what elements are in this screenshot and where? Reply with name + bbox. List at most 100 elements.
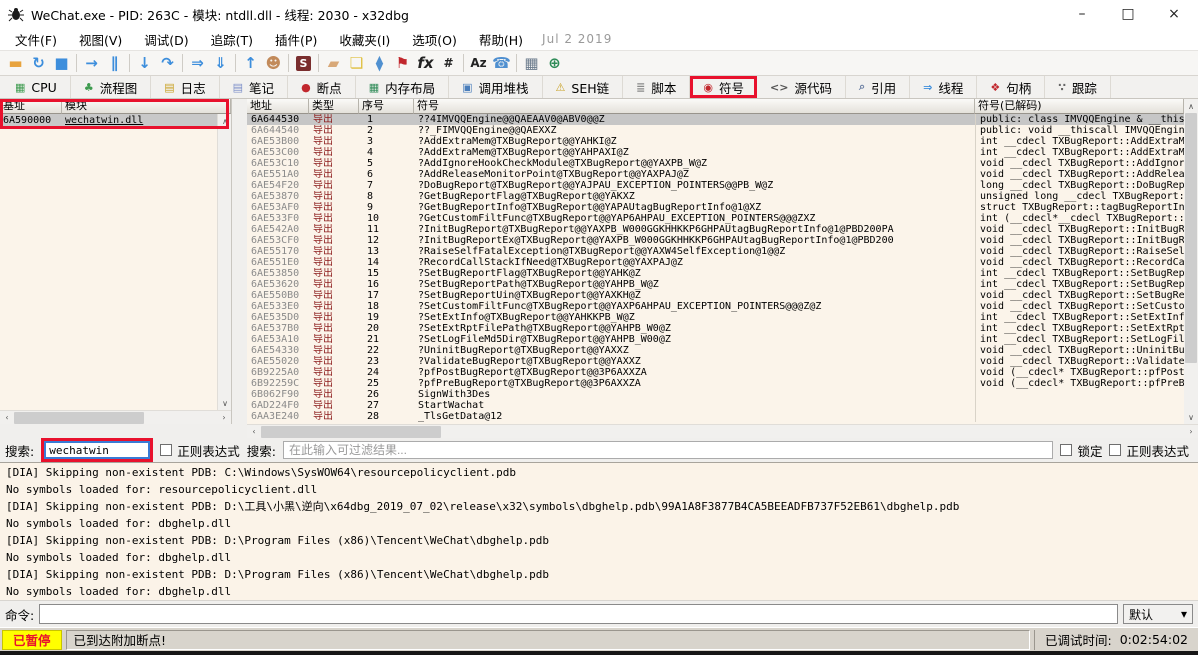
symbol-row[interactable]: 6AD224F0导出27StartWachat [247, 400, 1184, 411]
symbol-row[interactable]: 6AE54F20导出7?DoBugReport@TXBugReport@@YAJ… [247, 180, 1184, 191]
menu-item[interactable]: 插件(P) [264, 28, 328, 51]
pause-icon[interactable]: ∥ [103, 53, 126, 73]
menu-item[interactable]: 帮助(H) [468, 28, 534, 51]
symbol-row[interactable]: 6AE542A0导出11?InitBugReport@TXBugReport@@… [247, 224, 1184, 235]
tab-symbols[interactable]: ◉符号 [690, 76, 757, 98]
window-info-icon[interactable]: ☎ [490, 53, 513, 73]
command-input[interactable] [39, 604, 1118, 624]
run-to-user-code-icon[interactable]: ☻ [262, 53, 285, 73]
lock-checkbox[interactable] [1060, 444, 1072, 456]
symbol-row[interactable]: 6AE533E0导出18?SetCustomFiltFunc@TXBugRepo… [247, 301, 1184, 312]
tab-graph[interactable]: ♣流程图 [71, 76, 151, 98]
symbol-row[interactable]: 6AE551E0导出14?RecordCallStackIfNeed@TXBug… [247, 257, 1184, 268]
tab-trace[interactable]: ∵跟踪 [1045, 76, 1111, 98]
menu-item[interactable]: 调试(D) [133, 28, 199, 51]
filter-search-input[interactable] [283, 441, 1054, 459]
execute-till-return-icon[interactable]: ↑ [239, 53, 262, 73]
command-profile-dropdown[interactable]: 默认 ▾ [1123, 604, 1193, 624]
comment-icon[interactable]: ❏ [345, 53, 368, 73]
symbol-log-output[interactable]: [DIA] Skipping non-existent PDB: C:\Wind… [0, 462, 1198, 600]
menu-item[interactable]: 追踪(T) [200, 28, 264, 51]
maximize-button[interactable]: □ [1105, 0, 1151, 28]
symbol-row[interactable]: 6B062F90导出26SignWith3Des [247, 389, 1184, 400]
symbol-row[interactable]: 6AE53C10导出5?AddIgnoreHookCheckModule@TXB… [247, 158, 1184, 169]
scroll-down-icon[interactable]: ∨ [1184, 410, 1198, 424]
column-header-symbol[interactable]: 符号 [414, 99, 975, 114]
symbol-row[interactable]: 6AE53C00导出4?AddExtraMem@TXBugReport@@YAH… [247, 147, 1184, 158]
run-icon[interactable]: → [80, 53, 103, 73]
patch-icon[interactable]: ▰ [322, 53, 345, 73]
module-horizontal-scrollbar[interactable]: ‹ › [0, 410, 231, 424]
regex-checkbox-group-right[interactable]: 正则表达式 [1109, 441, 1189, 460]
symbol-row[interactable]: 6A644530导出1??4IMVQQEngine@@QAEAAV0@ABV0@… [247, 114, 1184, 125]
symbol-row[interactable]: 6AE537B0导出20?SetExtRptFilePath@TXBugRepo… [247, 323, 1184, 334]
tab-source[interactable]: <>源代码 [757, 76, 846, 98]
symbol-row[interactable]: 6AE53B00导出3?AddExtraMem@TXBugReport@@YAH… [247, 136, 1184, 147]
tab-breakpoints[interactable]: ●断点 [288, 76, 356, 98]
column-header-module[interactable]: 模块 [62, 99, 231, 114]
restart-icon[interactable]: ↻ [27, 53, 50, 73]
symbol-row[interactable]: 6A644540导出2??_FIMVQQEngine@@QAEXXZpublic… [247, 125, 1184, 136]
step-into-icon[interactable]: ↓ [133, 53, 156, 73]
symbol-horizontal-scrollbar[interactable]: ‹ › [247, 424, 1198, 438]
column-header-base[interactable]: 基址 [0, 99, 62, 114]
symbol-row[interactable]: 6AE53620导出16?SetBugReportPath@TXBugRepor… [247, 279, 1184, 290]
symbol-row[interactable]: 6B9225A0导出24?pfPostBugReport@TXBugReport… [247, 367, 1184, 378]
scroll-up-icon[interactable]: ∧ [1184, 99, 1198, 113]
minimize-button[interactable]: – [1059, 0, 1105, 28]
tab-call-stack[interactable]: ▣调用堆栈 [449, 76, 542, 98]
hash-icon[interactable]: # [437, 53, 460, 73]
column-header-type[interactable]: 类型 [309, 99, 359, 114]
module-search-input[interactable] [44, 441, 150, 459]
source-view-icon[interactable]: S [292, 53, 315, 73]
scroll-left-icon[interactable]: ‹ [0, 411, 14, 425]
symbol-row[interactable]: 6AE550B0导出17?SetBugReportUin@TXBugReport… [247, 290, 1184, 301]
symbol-row[interactable]: 6AE53870导出8?GetBugReportFlag@TXBugReport… [247, 191, 1184, 202]
menu-item[interactable]: 文件(F) [4, 28, 68, 51]
bookmark-icon[interactable]: ⚑ [391, 53, 414, 73]
step-out-icon[interactable]: ⇓ [209, 53, 232, 73]
step-over-icon[interactable]: ↷ [156, 53, 179, 73]
symbol-row[interactable]: 6AE551A0导出6?AddReleaseMonitorPoint@TXBug… [247, 169, 1184, 180]
symbol-row[interactable]: 6AE53850导出15?SetBugReportFlag@TXBugRepor… [247, 268, 1184, 279]
tab-script[interactable]: ≣脚本 [623, 76, 690, 98]
module-vertical-scrollbar[interactable]: ∧ ∨ [217, 114, 231, 410]
symbol-row[interactable]: 6B92259C导出25?pfPreBugReport@TXBugReport@… [247, 378, 1184, 389]
symbol-row[interactable]: 6AE53AF0导出9?GetBugReportInfo@TXBugReport… [247, 202, 1184, 213]
function-icon[interactable]: fx [414, 53, 437, 73]
column-header-address[interactable]: 地址 [247, 99, 309, 114]
open-file-icon[interactable]: ▬ [4, 53, 27, 73]
close-button[interactable]: × [1151, 0, 1197, 28]
symbol-row[interactable]: 6AA3E240导出28_TlsGetData@12 [247, 411, 1184, 422]
scroll-down-icon[interactable]: ∨ [218, 396, 232, 410]
symbol-row[interactable]: 6AE54330导出22?UninitBugReport@TXBugReport… [247, 345, 1184, 356]
symbol-row[interactable]: 6AE535D0导出19?SetExtInfo@TXBugReport@@YAH… [247, 312, 1184, 323]
lock-checkbox-group[interactable]: 锁定 [1060, 441, 1102, 460]
tab-seh-chain[interactable]: ⚠SEH链 [543, 76, 624, 98]
scroll-right-icon[interactable]: › [1184, 425, 1198, 439]
tab-memory-map[interactable]: ▦内存布局 [356, 76, 449, 98]
symbol-row[interactable]: 6AE55170导出13?RaiseSelfFatalException@TXB… [247, 246, 1184, 257]
regex-checkbox[interactable] [1109, 444, 1121, 456]
column-header-ordinal[interactable]: 序号 [359, 99, 414, 114]
tab-log[interactable]: ▤日志 [151, 76, 219, 98]
module-row[interactable]: 6A590000wechatwin.dll [0, 114, 231, 127]
symbol-row[interactable]: 6AE55020导出23?ValidateBugReport@TXBugRepo… [247, 356, 1184, 367]
run-trace-icon[interactable]: ⇒ [186, 53, 209, 73]
calculator-icon[interactable]: ▦ [520, 53, 543, 73]
scrollbar-thumb[interactable] [1185, 113, 1197, 363]
tab-threads[interactable]: ⇒线程 [910, 76, 977, 98]
scroll-up-icon[interactable]: ∧ [218, 114, 232, 128]
tab-handles[interactable]: ❖句柄 [977, 76, 1045, 98]
menu-item[interactable]: 选项(O) [401, 28, 468, 51]
symbol-row[interactable]: 6AE53CF0导出12?InitBugReportEx@TXBugReport… [247, 235, 1184, 246]
tab-references[interactable]: ⌕引用 [846, 76, 910, 98]
symbol-row[interactable]: 6AE533F0导出10?GetCustomFiltFunc@TXBugRepo… [247, 213, 1184, 224]
globe-icon[interactable]: ⊕ [543, 53, 566, 73]
scroll-right-icon[interactable]: › [217, 411, 231, 425]
scrollbar-thumb[interactable] [261, 426, 441, 438]
scrollbar-thumb[interactable] [14, 412, 144, 424]
scroll-left-icon[interactable]: ‹ [247, 425, 261, 439]
symbol-row[interactable]: 6AE53A10导出21?SetLogFileMd5Dir@TXBugRepor… [247, 334, 1184, 345]
symbol-vertical-scrollbar[interactable]: ∧ ∨ [1184, 99, 1198, 424]
